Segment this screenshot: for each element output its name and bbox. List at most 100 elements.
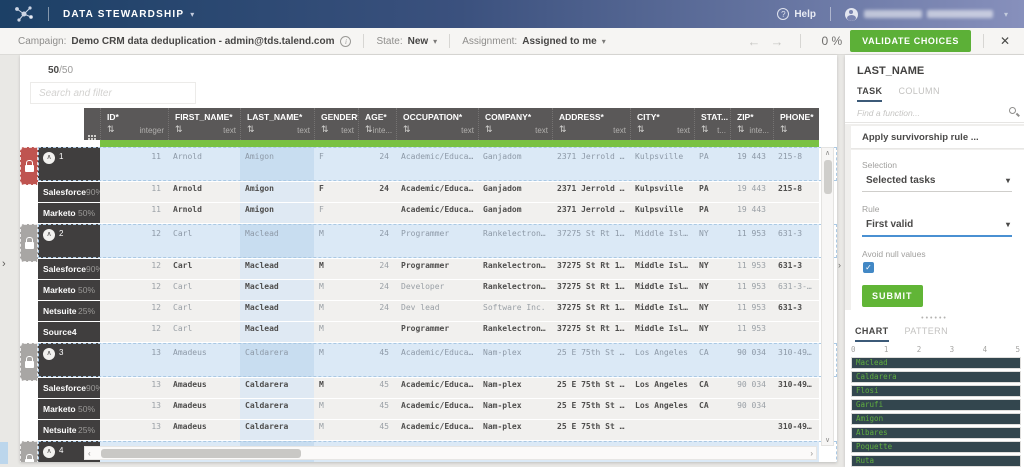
cell[interactable]: 25 E 75th St #69 xyxy=(552,343,630,377)
chart-bar[interactable]: Poquette xyxy=(851,441,1021,453)
cell[interactable]: Nam-plex xyxy=(478,420,552,440)
sort-icon[interactable]: ⇅ xyxy=(737,125,745,135)
cell[interactable]: 90 034 xyxy=(730,399,773,419)
cell[interactable]: Caldarera xyxy=(240,343,314,377)
cell[interactable]: 11 xyxy=(100,203,168,223)
column-header[interactable]: ZIP*⇅inte... xyxy=(730,108,773,140)
cell[interactable]: 12 xyxy=(100,259,168,279)
column-header[interactable]: CITY*⇅text xyxy=(630,108,694,140)
sort-icon[interactable]: ⇅ xyxy=(701,125,709,135)
sort-icon[interactable]: ⇅ xyxy=(247,125,255,135)
master-row[interactable]: ∧111ArnoldAmigonF24Academic/EducatorGanj… xyxy=(38,147,837,181)
column-header[interactable]: ID*⇅integer xyxy=(100,108,168,140)
scroll-up-icon[interactable]: ∧ xyxy=(822,149,833,157)
cell[interactable]: Middle Island xyxy=(630,322,694,342)
cell[interactable]: 11 xyxy=(100,182,168,202)
assignment-select[interactable]: Assigned to me xyxy=(522,36,596,47)
cell[interactable] xyxy=(358,203,396,223)
cell[interactable] xyxy=(773,203,819,223)
cell[interactable]: M xyxy=(314,280,358,300)
lock-open-icon[interactable] xyxy=(20,224,38,262)
cell[interactable]: Amadeus xyxy=(168,420,240,440)
cell[interactable]: 631-3 xyxy=(773,301,819,321)
cell[interactable]: Nam-plex xyxy=(478,343,552,377)
chevron-down-icon[interactable]: ▾ xyxy=(602,37,606,46)
right-panel-expander-icon[interactable]: › xyxy=(838,260,841,270)
cell[interactable]: Rankelectronics xyxy=(478,224,552,258)
collapse-group-icon[interactable]: ∧ xyxy=(43,229,55,241)
cell[interactable]: Dev lead xyxy=(396,301,478,321)
cell[interactable]: CA xyxy=(694,399,730,419)
cell[interactable]: Academic/Educator xyxy=(396,182,478,202)
cell[interactable]: Software Inc. xyxy=(478,301,552,321)
cell[interactable]: 310-498-565 xyxy=(773,343,819,377)
tab-chart[interactable]: CHART xyxy=(855,326,889,342)
cell[interactable]: Middle Island xyxy=(630,224,694,258)
drag-handle-icon[interactable] xyxy=(88,135,90,137)
cell[interactable]: Arnold xyxy=(168,182,240,202)
cell[interactable]: M xyxy=(314,378,358,398)
cell[interactable]: Maclead xyxy=(240,322,314,342)
source-row[interactable]: Salesforce90%12CarlMacleadM24ProgrammerR… xyxy=(38,259,837,279)
source-row[interactable]: Salesforce90%11ArnoldAmigonF24Academic/E… xyxy=(38,182,837,202)
column-header[interactable]: OCCUPATION*⇅text xyxy=(396,108,478,140)
collapse-group-icon[interactable]: ∧ xyxy=(43,446,55,458)
cell[interactable]: Kulpsville xyxy=(630,182,694,202)
cell[interactable] xyxy=(773,399,819,419)
cell[interactable]: 24 xyxy=(358,182,396,202)
cell[interactable]: 631-3 xyxy=(773,259,819,279)
cell[interactable]: M xyxy=(314,399,358,419)
cell[interactable]: 45 xyxy=(358,343,396,377)
master-row[interactable]: ∧313AmadeusCaldareraM45Academic/Educator… xyxy=(38,343,837,377)
tab-pattern[interactable]: PATTERN xyxy=(905,326,948,342)
cell[interactable]: Rankelectronics xyxy=(478,280,552,300)
cell[interactable]: 12 xyxy=(100,322,168,342)
chart-bar[interactable]: Albares xyxy=(851,427,1021,439)
cell[interactable]: PA xyxy=(694,147,730,181)
cell[interactable]: Amigon xyxy=(240,147,314,181)
source-row[interactable]: Salesforce90%13AmadeusCaldareraM45Academ… xyxy=(38,378,837,398)
source-row[interactable]: Marketo50%11ArnoldAmigonFAcademic/Educat… xyxy=(38,203,837,223)
sort-icon[interactable]: ⇅ xyxy=(403,125,411,135)
cell[interactable]: Programmer xyxy=(396,322,478,342)
cell[interactable]: Ganjadom xyxy=(478,203,552,223)
cell[interactable] xyxy=(694,420,730,440)
cell[interactable]: 11 953 xyxy=(730,322,773,342)
sort-icon[interactable]: ⇅ xyxy=(780,125,788,135)
cell[interactable]: M xyxy=(314,259,358,279)
column-header[interactable]: FIRST_NAME*⇅text xyxy=(168,108,240,140)
cell[interactable]: F xyxy=(314,203,358,223)
sort-icon[interactable]: ⇅ xyxy=(175,125,183,135)
cell[interactable]: Amadeus xyxy=(168,399,240,419)
cell[interactable]: 24 xyxy=(358,280,396,300)
tab-column[interactable]: COLUMN xyxy=(898,86,939,102)
group-header[interactable]: ∧3 xyxy=(38,343,100,377)
vertical-scrollbar[interactable]: ∧ ∨ xyxy=(821,147,834,446)
cell[interactable]: Arnold xyxy=(168,203,240,223)
cell[interactable]: 631-3-89 xyxy=(773,280,819,300)
sort-icon[interactable]: ⇅ xyxy=(559,125,567,135)
sort-icon[interactable]: ⇅ xyxy=(637,125,645,135)
cell[interactable]: Amadeus xyxy=(168,378,240,398)
cell[interactable]: 11 xyxy=(100,147,168,181)
cell[interactable]: 12 xyxy=(100,301,168,321)
chart-bar[interactable]: Maclead xyxy=(851,357,1021,369)
cell[interactable]: 37275 St Rt 17m M xyxy=(552,259,630,279)
cell[interactable]: 2371 Jerrold Ave xyxy=(552,182,630,202)
collapse-group-icon[interactable]: ∧ xyxy=(43,152,55,164)
cell[interactable]: 11 953 xyxy=(730,224,773,258)
cell[interactable]: Academic/Educator xyxy=(396,147,478,181)
cell[interactable]: 37275 St Rt 17m M xyxy=(552,224,630,258)
cell[interactable]: Caldarera xyxy=(240,378,314,398)
help-link[interactable]: Help xyxy=(794,9,816,20)
cell[interactable]: Maclead xyxy=(240,224,314,258)
search-input[interactable] xyxy=(30,82,196,104)
source-row[interactable]: Marketo50%13AmadeusCaldareraM45Academic/… xyxy=(38,399,837,419)
cell[interactable]: 11 953 xyxy=(730,259,773,279)
cell[interactable]: Amadeus xyxy=(168,343,240,377)
validate-choices-button[interactable]: VALIDATE CHOICES xyxy=(850,30,971,52)
cell[interactable]: Kulpsville xyxy=(630,203,694,223)
chart-bar[interactable]: Caldarera xyxy=(851,371,1021,383)
horizontal-scrollbar[interactable]: ‹ › xyxy=(84,446,817,460)
cell[interactable]: 37275 St Rt 17m M xyxy=(552,322,630,342)
